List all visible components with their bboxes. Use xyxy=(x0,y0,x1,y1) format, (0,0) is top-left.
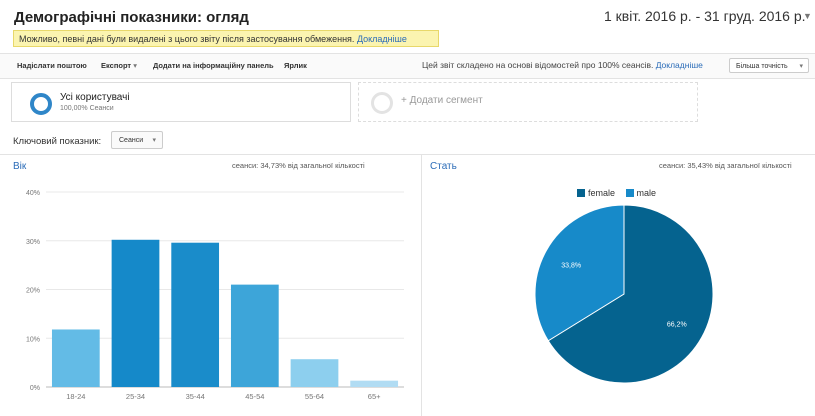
pie-value-label: 66,2% xyxy=(667,321,687,328)
bar-25-34[interactable] xyxy=(111,239,160,387)
chevron-down-icon: ▾ xyxy=(133,61,137,70)
precision-label: Більша точність xyxy=(736,63,788,70)
page-title: Демографічні показники: огляд xyxy=(14,9,249,26)
report-toolbar: Надіслати поштою Експорт ▾ Додати на інф… xyxy=(0,53,815,79)
y-tick-label: 40% xyxy=(26,190,40,197)
x-tick-label: 35-44 xyxy=(186,392,205,401)
y-tick-label: 10% xyxy=(26,336,40,343)
chevron-down-icon[interactable]: ▼ xyxy=(803,11,812,21)
segment-placeholder-icon xyxy=(371,92,393,114)
legend-swatch-female xyxy=(577,189,585,197)
warning-text: Можливо, певні дані були видалені з цьог… xyxy=(19,34,357,44)
sampling-text: Цей звіт складено на основі відомостей п… xyxy=(422,60,656,70)
bar-18-24[interactable] xyxy=(51,329,100,387)
pie-slices xyxy=(534,204,714,384)
y-tick-label: 0% xyxy=(30,385,40,392)
key-metric-value: Сеанси xyxy=(119,137,144,144)
shortcut-button[interactable]: Ярлик xyxy=(284,61,307,70)
age-chart-title[interactable]: Вік xyxy=(13,161,26,172)
x-tick-label: 55-64 xyxy=(305,392,324,401)
legend-swatch-male xyxy=(625,189,634,197)
add-to-dashboard-button[interactable]: Додати на інформаційну панель xyxy=(153,61,274,70)
segment-name: Усі користувачі xyxy=(60,92,130,103)
date-range-picker[interactable]: 1 квіт. 2016 р. - 31 груд. 2016 р. xyxy=(604,8,806,24)
export-button[interactable]: Експорт ▾ xyxy=(101,61,137,70)
warning-learn-more-link[interactable]: Докладніше xyxy=(357,34,407,44)
sampling-info: Цей звіт складено на основі відомостей п… xyxy=(422,60,703,70)
key-metric-label: Ключовий показник: xyxy=(13,136,102,147)
gender-chart-title[interactable]: Стать xyxy=(430,161,457,172)
add-segment-label: + Додати сегмент xyxy=(401,95,483,106)
bar-35-44[interactable] xyxy=(171,242,220,387)
bar-55-64[interactable] xyxy=(290,359,339,387)
legend-label-male: male xyxy=(636,188,657,198)
bar-45-54[interactable] xyxy=(230,284,279,387)
segment-sessions-share: 100,00% Сеанси xyxy=(60,105,114,112)
divider xyxy=(0,154,815,155)
chevron-down-icon: ▾ xyxy=(152,137,156,144)
x-tick-label: 45-54 xyxy=(245,392,264,401)
email-button[interactable]: Надіслати поштою xyxy=(17,61,87,70)
bar-65+[interactable] xyxy=(350,380,399,387)
gender-chart-note: сеанси: 35,43% від загальної кількості xyxy=(659,161,792,170)
y-tick-label: 20% xyxy=(26,288,40,295)
legend-label-female: female xyxy=(588,188,616,198)
gender-pie-chart: 66,2% 33,8% xyxy=(534,204,714,384)
data-warning-banner: Можливо, певні дані були видалені з цьог… xyxy=(13,30,439,47)
y-tick-label: 30% xyxy=(26,239,40,246)
export-label: Експорт xyxy=(101,61,132,70)
precision-dropdown[interactable]: Більша точність ▾ xyxy=(729,58,809,73)
chevron-down-icon: ▾ xyxy=(799,63,803,70)
x-tick-label: 65+ xyxy=(368,392,381,401)
pie-value-label: 33,8% xyxy=(561,263,581,270)
x-tick-label: 18-24 xyxy=(66,392,85,401)
age-bar-chart: 0% 10% 20% 30% 40% 18-24 25-34 35-44 45-54 55-64 6… xyxy=(26,190,404,401)
gender-legend: female male xyxy=(577,188,656,198)
segment-all-users[interactable]: Усі користувачі 100,00% Сеанси xyxy=(11,82,351,122)
key-metric-select[interactable]: Сеанси ▾ xyxy=(111,131,163,149)
segment-ring-icon xyxy=(30,93,52,115)
age-bars xyxy=(51,239,399,387)
sampling-learn-more-link[interactable]: Докладніше xyxy=(656,60,703,70)
age-chart-note: сеанси: 34,73% від загальної кількості xyxy=(232,161,365,170)
add-segment-button[interactable]: + Додати сегмент xyxy=(358,82,698,122)
x-tick-label: 25-34 xyxy=(126,392,145,401)
